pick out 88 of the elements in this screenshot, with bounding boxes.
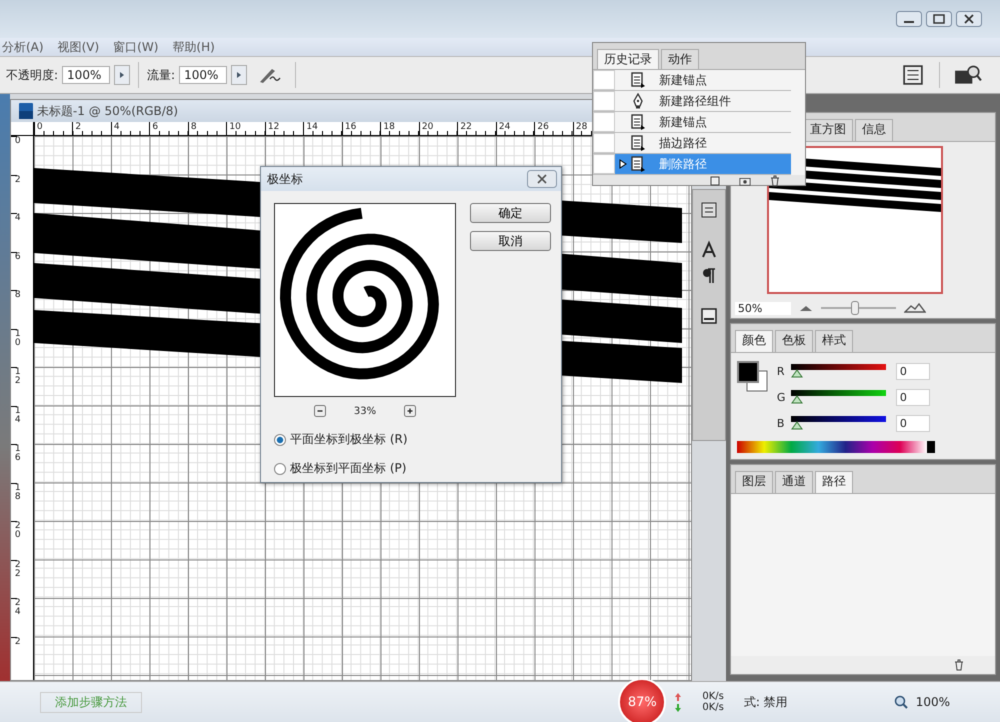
document-step-icon bbox=[631, 135, 645, 151]
minimize-icon[interactable] bbox=[896, 11, 922, 27]
panel-tab[interactable]: 历史记录 bbox=[597, 49, 659, 69]
ruler-number: 24 bbox=[496, 122, 534, 135]
zoom-level[interactable]: 100% bbox=[916, 695, 950, 709]
panel-icon[interactable] bbox=[699, 306, 719, 326]
channel-value-field[interactable]: 0 bbox=[896, 388, 930, 406]
preview-zoom-level: 33% bbox=[354, 406, 376, 416]
dialog-button[interactable]: 取消 bbox=[470, 231, 551, 251]
ruler-number: 6 bbox=[149, 122, 188, 135]
panel-tab[interactable]: 样式 bbox=[814, 330, 853, 352]
slider-thumb-icon[interactable] bbox=[790, 394, 803, 404]
menu-item[interactable]: 分析(A) bbox=[2, 38, 44, 56]
channel-value-field[interactable]: 0 bbox=[896, 414, 930, 432]
channel-label: B bbox=[776, 416, 786, 430]
radio-button[interactable] bbox=[274, 434, 286, 446]
download-arrow-icon bbox=[674, 702, 682, 712]
panel-tab[interactable]: 通道 bbox=[774, 471, 813, 493]
trash-icon[interactable] bbox=[769, 175, 781, 187]
channel-label: G bbox=[776, 390, 786, 404]
panel-tab[interactable]: 信息 bbox=[854, 119, 893, 141]
dialog-title: 极坐标 bbox=[267, 170, 303, 188]
close-icon[interactable] bbox=[956, 11, 982, 27]
stamp-icon[interactable] bbox=[699, 200, 719, 220]
ruler-number: 10 bbox=[226, 122, 265, 135]
channel-label: R bbox=[776, 364, 786, 378]
zoom-out-icon[interactable] bbox=[314, 405, 326, 417]
document-step-icon bbox=[631, 156, 645, 172]
panel-tab[interactable]: 色板 bbox=[774, 330, 813, 352]
browse-icon[interactable] bbox=[954, 65, 982, 85]
ruler-number: 22 bbox=[457, 122, 496, 135]
ruler-number: 16 bbox=[342, 122, 380, 135]
menu-item[interactable]: 窗口(W) bbox=[113, 38, 158, 56]
arrow-button-icon[interactable] bbox=[231, 65, 248, 85]
panel-tab[interactable]: 颜色 bbox=[734, 330, 773, 352]
ruler-number: 4 bbox=[110, 122, 150, 135]
pen-tool-icon bbox=[631, 93, 645, 109]
ruler-number: 20 bbox=[418, 122, 458, 135]
flow-field[interactable]: 100% bbox=[179, 66, 228, 84]
document-icon bbox=[18, 103, 33, 119]
history-item[interactable]: 新建锚点 bbox=[593, 112, 791, 133]
type-icon[interactable] bbox=[699, 240, 719, 260]
new-document-icon[interactable] bbox=[709, 175, 721, 187]
arrow-button-icon[interactable] bbox=[114, 65, 130, 85]
dialog-button[interactable]: 确定 bbox=[470, 203, 551, 223]
history-state-marker-icon bbox=[619, 159, 627, 169]
ruler-number: 12 bbox=[264, 122, 304, 135]
zoom-in-icon[interactable] bbox=[904, 303, 926, 313]
color-spectrum[interactable] bbox=[736, 441, 935, 453]
ruler-number: 18 bbox=[380, 122, 419, 135]
zoom-in-icon[interactable] bbox=[404, 405, 416, 417]
upload-speed: 0K/s bbox=[702, 691, 724, 702]
panel-tab[interactable]: 路径 bbox=[814, 471, 853, 493]
slider-thumb[interactable] bbox=[850, 301, 859, 315]
magnifier-icon[interactable] bbox=[894, 695, 908, 709]
opacity-label: 不透明度: bbox=[6, 66, 58, 84]
upload-arrow-icon bbox=[674, 692, 682, 702]
flow-label: 流量: bbox=[147, 66, 176, 84]
close-icon[interactable] bbox=[527, 170, 557, 188]
history-item[interactable]: 新建锚点 bbox=[593, 70, 791, 91]
ruler-number: 8 bbox=[188, 122, 226, 135]
radio-label[interactable]: 平面坐标到极坐标 (R) bbox=[290, 431, 408, 448]
mode-label: 式: 禁用 bbox=[744, 694, 788, 710]
panel-tab[interactable]: 图层 bbox=[734, 471, 773, 493]
ruler-number: 14 bbox=[303, 122, 342, 135]
color-swatch-icon[interactable] bbox=[736, 361, 769, 393]
zoom-field[interactable]: 50% bbox=[734, 302, 791, 314]
menu-item[interactable]: 视图(V) bbox=[58, 38, 100, 56]
trash-icon[interactable] bbox=[953, 659, 965, 671]
ruler-number: 26 bbox=[534, 122, 573, 135]
ruler-number: 0 bbox=[34, 122, 72, 135]
menu-item[interactable]: 帮助(H) bbox=[172, 38, 215, 56]
radio-label[interactable]: 极坐标到平面坐标 (P) bbox=[290, 460, 406, 477]
document-step-icon bbox=[631, 114, 645, 130]
radio-button[interactable] bbox=[274, 462, 286, 474]
panel-tab[interactable]: 动作 bbox=[661, 49, 699, 69]
camera-icon[interactable] bbox=[739, 175, 751, 187]
download-speed: 0K/s bbox=[702, 702, 724, 713]
maximize-icon[interactable] bbox=[926, 11, 952, 27]
document-title: 未标题-1 @ 50%(RGB/8) bbox=[36, 102, 178, 120]
channel-value-field[interactable]: 0 bbox=[896, 362, 930, 380]
opacity-field[interactable]: 100% bbox=[62, 66, 110, 84]
slider-thumb-icon[interactable] bbox=[790, 420, 803, 430]
history-item[interactable]: 新建路径组件 bbox=[593, 91, 791, 112]
slider-thumb-icon[interactable] bbox=[790, 368, 803, 378]
ruler-number: 2 bbox=[72, 122, 111, 135]
cpu-usage-badge: 87% bbox=[618, 678, 666, 722]
palette-icon[interactable] bbox=[901, 65, 925, 85]
